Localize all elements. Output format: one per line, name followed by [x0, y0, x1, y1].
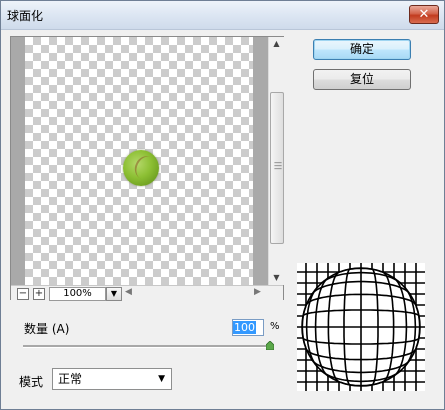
- dialog-body: ▲ — — — ▼ − + 100% ▼ ◀ ▶ 确定 复位 数量 (A) 100: [1, 30, 444, 409]
- dialog-title: 球面化: [7, 9, 44, 23]
- close-button[interactable]: ✕: [409, 5, 439, 24]
- zoom-in-button[interactable]: +: [33, 288, 45, 300]
- scroll-thumb[interactable]: — — —: [270, 92, 284, 244]
- reset-button[interactable]: 复位: [313, 69, 411, 90]
- amount-input[interactable]: 100: [232, 319, 264, 336]
- scroll-right-icon[interactable]: ▶: [254, 287, 261, 297]
- preview-zoom-bar: − + 100% ▼ ◀ ▶: [11, 285, 283, 301]
- spherize-dialog: 球面化 ✕ ▲ — — — ▼ − + 100% ▼ ◀ ▶ 确定 复位 数量 …: [0, 0, 445, 410]
- zoom-dropdown-button[interactable]: ▼: [106, 287, 122, 301]
- preview-vertical-scrollbar[interactable]: ▲ — — — ▼: [268, 37, 284, 285]
- scroll-left-icon[interactable]: ◀: [125, 287, 132, 297]
- amount-unit: %: [270, 321, 280, 332]
- amount-value: 100: [233, 321, 256, 334]
- preview-margin-left: [11, 37, 25, 285]
- amount-slider[interactable]: [23, 345, 271, 348]
- chevron-down-icon: ▼: [110, 289, 118, 298]
- mode-selected-value: 正常: [58, 372, 83, 386]
- preview-sphere-image: [123, 150, 159, 186]
- preview-canvas[interactable]: [25, 37, 253, 285]
- title-bar: 球面化 ✕: [1, 1, 444, 30]
- preview-panel: ▲ — — — ▼ − + 100% ▼ ◀ ▶: [10, 36, 284, 301]
- amount-label: 数量 (A): [24, 322, 70, 336]
- slider-thumb[interactable]: [266, 341, 274, 350]
- spherize-grid-preview: [297, 263, 425, 391]
- chevron-down-icon: ▼: [158, 374, 165, 384]
- close-icon: ✕: [418, 7, 430, 22]
- grip-icon: — — —: [274, 158, 282, 173]
- scroll-up-icon[interactable]: ▲: [269, 37, 284, 51]
- zoom-out-button[interactable]: −: [17, 288, 29, 300]
- mode-label: 模式: [19, 375, 44, 389]
- preview-margin-right: [253, 37, 268, 285]
- ok-button[interactable]: 确定: [313, 39, 411, 60]
- scroll-down-icon[interactable]: ▼: [269, 271, 284, 285]
- mode-select[interactable]: 正常 ▼: [52, 368, 172, 390]
- zoom-level-field[interactable]: 100%: [49, 287, 106, 301]
